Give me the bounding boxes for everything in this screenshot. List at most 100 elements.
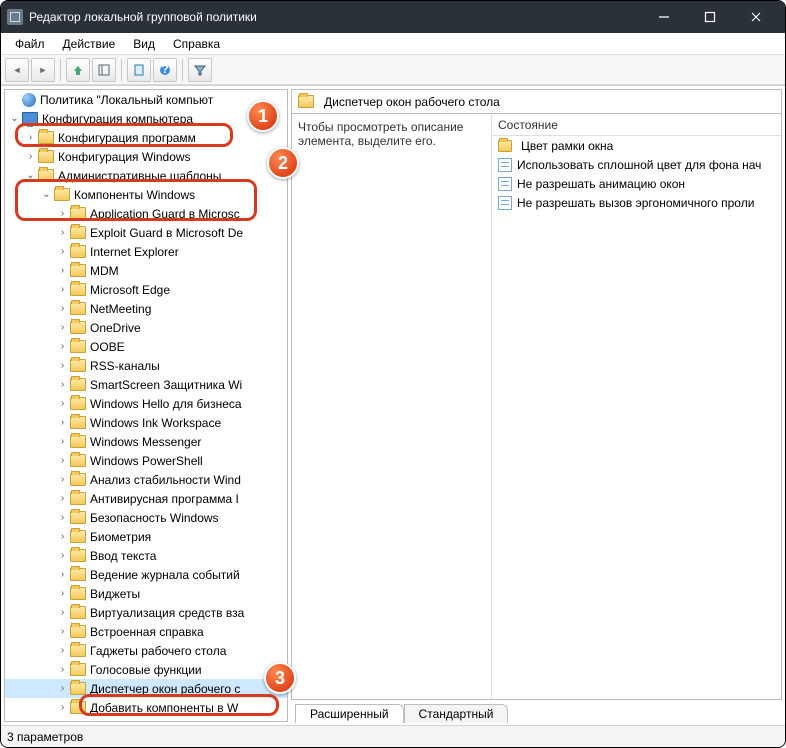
tree-item[interactable]: ›Windows Ink Workspace xyxy=(5,413,287,432)
show-hide-button[interactable] xyxy=(92,58,116,82)
twisty-icon[interactable]: › xyxy=(55,513,70,523)
twisty-icon[interactable]: › xyxy=(55,684,70,694)
folder-icon xyxy=(70,663,86,676)
folder-icon xyxy=(70,264,86,277)
twisty-icon[interactable]: › xyxy=(55,437,70,447)
tree-item[interactable]: › Виджеты xyxy=(5,584,287,603)
twisty-icon[interactable]: › xyxy=(55,399,70,409)
tree-item[interactable]: ›Конфигурация Windows xyxy=(5,147,287,166)
tree-item[interactable]: ›RSS-каналы xyxy=(5,356,287,375)
tree-item[interactable]: ›NetMeeting xyxy=(5,299,287,318)
toolbar: ◄ ► ? xyxy=(1,55,785,85)
tree-item[interactable]: › Microsoft Edge xyxy=(5,280,287,299)
tree-label: Виджеты xyxy=(90,587,140,601)
twisty-icon[interactable]: ⌄ xyxy=(23,171,38,181)
twisty-icon[interactable]: › xyxy=(55,608,70,618)
tree-item[interactable]: ›Антивирусная программа I xyxy=(5,489,287,508)
tree-item[interactable]: ›Windows Hello для бизнеса xyxy=(5,394,287,413)
twisty-icon[interactable]: › xyxy=(55,418,70,428)
tree-item[interactable]: ›Application Guard в Microsc xyxy=(5,204,287,223)
minimize-button[interactable] xyxy=(641,2,687,32)
twisty-icon[interactable]: › xyxy=(55,342,70,352)
tree-item[interactable]: ›SmartScreen Защитника Wi xyxy=(5,375,287,394)
menu-help[interactable]: Справка xyxy=(165,35,228,53)
tree-item[interactable]: ›Безопасность Windows xyxy=(5,508,287,527)
twisty-icon[interactable]: › xyxy=(23,133,38,143)
twisty-icon[interactable]: › xyxy=(55,570,70,580)
tree-item[interactable]: ›Ввод текста xyxy=(5,546,287,565)
menu-view[interactable]: Вид xyxy=(125,35,163,53)
twisty-icon[interactable]: › xyxy=(55,646,70,656)
tree-item[interactable]: ›OneDrive xyxy=(5,318,287,337)
tree-label: Конфигурация компьютера xyxy=(42,112,193,126)
folder-icon xyxy=(70,587,86,600)
column-header[interactable]: Состояние xyxy=(492,114,781,136)
tree-label: OOBE xyxy=(90,340,125,354)
tree-item[interactable]: ⌄Административные шаблоны xyxy=(5,166,287,185)
twisty-icon[interactable]: › xyxy=(55,361,70,371)
tree-item[interactable]: ›MDM xyxy=(5,261,287,280)
twisty-icon[interactable]: › xyxy=(55,304,70,314)
tree-item[interactable]: ⌄ Конфигурация компьютера xyxy=(5,109,287,128)
twisty-icon[interactable]: › xyxy=(55,456,70,466)
twisty-icon[interactable]: › xyxy=(55,665,70,675)
back-button[interactable]: ◄ xyxy=(5,58,29,82)
twisty-icon[interactable]: › xyxy=(23,152,38,162)
setting-item[interactable]: Использовать сплошной цвет для фона нач xyxy=(492,155,781,174)
setting-item[interactable]: Цвет рамки окна xyxy=(492,136,781,155)
tree-item[interactable]: ⌄Компоненты Windows xyxy=(5,185,287,204)
twisty-icon[interactable]: › xyxy=(55,323,70,333)
up-button[interactable] xyxy=(66,58,90,82)
tree-item[interactable]: ›Windows PowerShell xyxy=(5,451,287,470)
twisty-icon[interactable]: › xyxy=(55,494,70,504)
twisty-icon[interactable]: › xyxy=(55,589,70,599)
tree-item[interactable]: ›Exploit Guard в Microsoft De xyxy=(5,223,287,242)
tree-item[interactable]: ›Биометрия xyxy=(5,527,287,546)
tree-item[interactable]: ›Ведение журнала событий xyxy=(5,565,287,584)
help-button[interactable]: ? xyxy=(153,58,177,82)
close-button[interactable] xyxy=(733,2,779,32)
filter-button[interactable] xyxy=(188,58,212,82)
twisty-icon[interactable]: › xyxy=(55,627,70,637)
tree-item[interactable]: ›Виртуализация средств вза xyxy=(5,603,287,622)
twisty-icon[interactable]: › xyxy=(55,703,70,713)
properties-button[interactable] xyxy=(127,58,151,82)
tree-item[interactable]: ›Добавить компоненты в W xyxy=(5,698,287,717)
separator xyxy=(182,59,183,81)
folder-icon xyxy=(70,530,86,543)
tree-panel[interactable]: Политика "Локальный компьют ⌄ Конфигурация… xyxy=(4,89,288,722)
twisty-icon[interactable]: › xyxy=(55,209,70,219)
tree-item[interactable]: ›Голосовые функции xyxy=(5,660,287,679)
setting-item[interactable]: Не разрешать анимацию окон xyxy=(492,174,781,193)
twisty-icon[interactable]: › xyxy=(55,551,70,561)
tab-extended[interactable]: Расширенный xyxy=(295,704,404,723)
menu-action[interactable]: Действие xyxy=(55,35,124,53)
twisty-icon[interactable]: ⌄ xyxy=(39,190,54,200)
setting-item[interactable]: Не разрешать вызов эргономичного проли xyxy=(492,193,781,212)
twisty-icon[interactable]: › xyxy=(55,475,70,485)
tree-item[interactable]: › Windows Messenger xyxy=(5,432,287,451)
tree-label: Windows Messenger xyxy=(90,435,201,449)
tree-item[interactable]: › OOBE xyxy=(5,337,287,356)
tree-label: Microsoft Edge xyxy=(90,283,170,297)
twisty-icon[interactable]: › xyxy=(55,228,70,238)
maximize-button[interactable] xyxy=(687,2,733,32)
tree-item[interactable]: ›Конфигурация программ xyxy=(5,128,287,147)
twisty-icon[interactable]: › xyxy=(55,266,70,276)
menu-file[interactable]: Файл xyxy=(7,35,53,53)
tree-item[interactable]: ›Анализ стабильности Wind xyxy=(5,470,287,489)
setting-label: Не разрешать вызов эргономичного проли xyxy=(517,196,754,210)
setting-icon xyxy=(498,177,512,191)
tree-item[interactable]: ›Диспетчер окон рабочего с xyxy=(5,679,287,698)
twisty-icon[interactable]: › xyxy=(55,380,70,390)
twisty-icon[interactable]: › xyxy=(55,532,70,542)
twisty-icon[interactable]: ⌄ xyxy=(7,114,22,124)
tab-standard[interactable]: Стандартный xyxy=(404,704,509,723)
twisty-icon[interactable]: › xyxy=(55,285,70,295)
tree-item[interactable]: ›Internet Explorer xyxy=(5,242,287,261)
forward-button[interactable]: ► xyxy=(31,58,55,82)
twisty-icon[interactable]: › xyxy=(55,247,70,257)
tree-item[interactable]: ›Гаджеты рабочего стола xyxy=(5,641,287,660)
tree-item[interactable]: Политика "Локальный компьют xyxy=(5,90,287,109)
tree-item[interactable]: ›Встроенная справка xyxy=(5,622,287,641)
